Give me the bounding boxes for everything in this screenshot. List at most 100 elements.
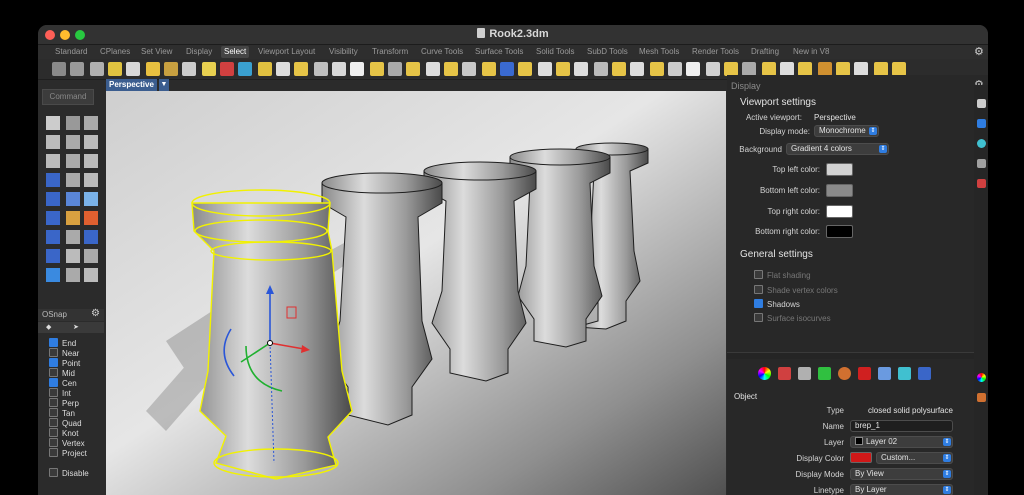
- cylinder-icon[interactable]: [918, 367, 931, 380]
- osnap-item-vertex[interactable]: Vertex: [49, 438, 85, 448]
- shade-vertex-colors-option[interactable]: Shade vertex colors: [754, 285, 838, 295]
- tab-subd-tools[interactable]: SubD Tools: [587, 46, 628, 58]
- ellipse-icon[interactable]: [84, 154, 98, 168]
- tab-render-tools[interactable]: Render Tools: [692, 46, 739, 58]
- pencil-icon[interactable]: [778, 367, 791, 380]
- select-extrusions-icon[interactable]: [500, 62, 514, 76]
- select-isocurves-icon[interactable]: [574, 62, 588, 76]
- display-color-dropdown[interactable]: Custom... ⇕: [876, 452, 953, 464]
- select-loop-icon[interactable]: [594, 62, 608, 76]
- tab-transform[interactable]: Transform: [372, 46, 408, 58]
- flat-shading-option[interactable]: Flat shading: [754, 270, 811, 280]
- sparkle-icon[interactable]: [84, 211, 98, 225]
- select-all-icon[interactable]: [52, 62, 66, 76]
- polygon-icon[interactable]: [46, 154, 60, 168]
- extrude-icon[interactable]: [66, 192, 80, 206]
- osnap-item-knot[interactable]: Knot: [49, 428, 78, 438]
- display-panel-icon[interactable]: [977, 119, 986, 128]
- shadows-option[interactable]: Shadows: [754, 299, 800, 309]
- osnap-item-perp[interactable]: Perp: [49, 398, 79, 408]
- select-subd-icon[interactable]: [482, 62, 496, 76]
- tab-drafting[interactable]: Drafting: [751, 46, 779, 58]
- select-blocks-icon[interactable]: [294, 62, 308, 76]
- tab-cplanes[interactable]: CPlanes: [100, 46, 130, 58]
- select-previous-icon[interactable]: [686, 62, 700, 76]
- display-color-swatch[interactable]: [850, 452, 872, 463]
- rotate-icon[interactable]: [66, 249, 80, 263]
- select-text-icon[interactable]: [350, 62, 364, 76]
- surface-icon[interactable]: [46, 173, 60, 187]
- top-left-color-swatch[interactable]: [826, 163, 853, 176]
- osnap-checkbox-end[interactable]: [49, 338, 58, 347]
- viewport-title[interactable]: Perspective: [106, 79, 157, 91]
- group-icon[interactable]: [66, 268, 80, 282]
- select-tools-icon[interactable]: [874, 62, 888, 76]
- color-wheel-icon[interactable]: [758, 367, 771, 380]
- basketball-icon[interactable]: [838, 367, 851, 380]
- linetype-dropdown[interactable]: By Layer ⇕: [850, 484, 953, 495]
- render-panel-icon[interactable]: [977, 139, 986, 148]
- select-details-icon[interactable]: [556, 62, 570, 76]
- move-icon[interactable]: [66, 230, 80, 244]
- select-more-icon[interactable]: [892, 62, 906, 76]
- polyline-icon[interactable]: [84, 116, 98, 130]
- background-dropdown[interactable]: Gradient 4 colors ⇕: [786, 143, 889, 155]
- osnap-checkbox-cen[interactable]: [49, 378, 58, 387]
- osnap-checkbox-knot[interactable]: [49, 428, 58, 437]
- select-dims-icon[interactable]: [388, 62, 402, 76]
- osnap-item-point[interactable]: Point: [49, 358, 80, 368]
- osnap-gear-icon[interactable]: ⚙: [91, 308, 100, 319]
- select-lights-icon[interactable]: [146, 62, 160, 76]
- display-mode-dropdown[interactable]: Monochrome ⇕: [814, 125, 879, 137]
- dimension-icon[interactable]: [84, 249, 98, 263]
- osnap-item-mid[interactable]: Mid: [49, 368, 75, 378]
- select-arrow-icon[interactable]: [46, 116, 60, 130]
- osnap-item-tan[interactable]: Tan: [49, 408, 75, 418]
- shade-vertex-colors-checkbox[interactable]: [754, 285, 763, 294]
- select-surfaces-icon[interactable]: [164, 62, 178, 76]
- select-group-icon[interactable]: [258, 62, 272, 76]
- rectangle-icon[interactable]: [66, 154, 80, 168]
- osnap-checkbox-tan[interactable]: [49, 408, 58, 417]
- select-invert-icon[interactable]: [724, 62, 738, 76]
- green-texture-icon[interactable]: [818, 367, 831, 380]
- osnap-tab-arrow-icon[interactable]: ➤: [73, 323, 79, 331]
- extend-icon[interactable]: [84, 173, 98, 187]
- osnap-disable-checkbox[interactable]: [49, 468, 58, 477]
- select-layout-icon[interactable]: [798, 62, 812, 76]
- osnap-checkbox-project[interactable]: [49, 448, 58, 457]
- osnap-checkbox-point[interactable]: [49, 358, 58, 367]
- select-meshes-icon[interactable]: [406, 62, 420, 76]
- name-input[interactable]: brep_1: [850, 420, 953, 432]
- tab-new-in-v8[interactable]: New in V8: [793, 46, 829, 58]
- tab-surface-tools[interactable]: Surface Tools: [475, 46, 523, 58]
- select-render-icon[interactable]: [762, 62, 776, 76]
- layers-panel-icon[interactable]: [977, 99, 986, 108]
- select-filter-icon[interactable]: [70, 62, 84, 76]
- panel-divider[interactable]: [727, 352, 974, 359]
- select-2d-icon[interactable]: [202, 62, 216, 76]
- select-color-icon[interactable]: [220, 62, 234, 76]
- osnap-item-int[interactable]: Int: [49, 388, 71, 398]
- copy-icon[interactable]: [84, 230, 98, 244]
- array-icon[interactable]: [46, 249, 60, 263]
- top-right-color-swatch[interactable]: [826, 205, 853, 218]
- text-icon[interactable]: [46, 268, 60, 282]
- osnap-item-cen[interactable]: Cen: [49, 378, 77, 388]
- tab-visibility[interactable]: Visibility: [329, 46, 358, 58]
- select-mirror-icon[interactable]: [780, 62, 794, 76]
- select-small-icon[interactable]: [650, 62, 664, 76]
- select-pointclouds-icon[interactable]: [332, 62, 346, 76]
- bottom-left-color-swatch[interactable]: [826, 184, 853, 197]
- viewport-menu-chevron-down-icon[interactable]: ▼: [159, 79, 169, 91]
- properties-panel-icon[interactable]: [977, 393, 986, 402]
- osnap-checkbox-mid[interactable]: [49, 368, 58, 377]
- point-icon[interactable]: [66, 116, 80, 130]
- select-by-name-icon[interactable]: [276, 62, 290, 76]
- osnap-disable[interactable]: Disable: [49, 468, 89, 478]
- select-dupes-icon[interactable]: [314, 62, 328, 76]
- display-mode-prop-dropdown[interactable]: By View ⇕: [850, 468, 953, 480]
- select-planar-icon[interactable]: [462, 62, 476, 76]
- select-layer-icon[interactable]: [238, 62, 252, 76]
- tab-set-view[interactable]: Set View: [141, 46, 172, 58]
